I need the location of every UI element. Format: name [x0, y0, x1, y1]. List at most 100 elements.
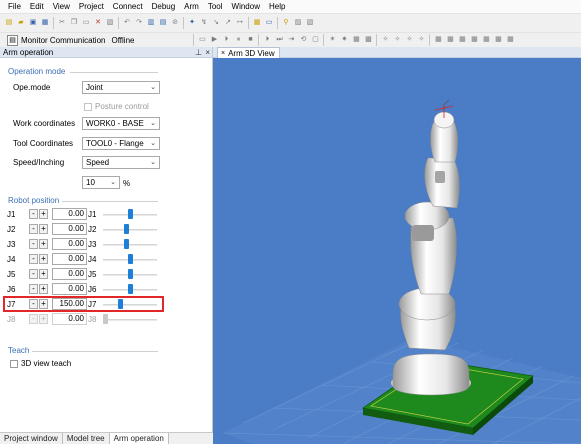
joint-value-input[interactable]: 0.00 — [52, 253, 87, 265]
menu-help[interactable]: Help — [264, 0, 289, 13]
motor-icon[interactable]: ✶ — [327, 35, 337, 45]
tab-model-tree[interactable]: Model tree — [63, 433, 110, 444]
connect-icon[interactable]: ▭ — [197, 35, 207, 45]
joint-plus-button[interactable]: + — [39, 269, 48, 279]
tab-arm-3d-view[interactable]: × Arm 3D View — [217, 47, 280, 58]
joint-plus-button[interactable]: + — [39, 209, 48, 219]
build-icon[interactable]: ▥ — [146, 18, 156, 28]
save-all-icon[interactable]: ▦ — [40, 18, 50, 28]
run-icon[interactable]: ▶ — [209, 35, 219, 45]
menu-file[interactable]: File — [0, 0, 25, 13]
grid-6-icon[interactable]: ▦ — [493, 35, 503, 45]
menu-view[interactable]: View — [48, 0, 74, 13]
step-out-icon[interactable]: ↗ — [223, 18, 233, 28]
step-into-icon[interactable]: ↘ — [211, 18, 221, 28]
grid-1-icon[interactable]: ▦ — [433, 35, 443, 45]
joint-value-input[interactable]: 0.00 — [52, 283, 87, 295]
menu-arm[interactable]: Arm — [179, 0, 203, 13]
window-layout-icon[interactable]: ▦ — [252, 18, 262, 28]
joint-slider-thumb[interactable] — [123, 224, 129, 234]
menu-edit[interactable]: Edit — [25, 0, 48, 13]
joint-slider-thumb[interactable] — [123, 239, 129, 249]
grid-7-icon[interactable]: ▦ — [505, 35, 515, 45]
copy-icon[interactable]: ❐ — [69, 18, 79, 28]
skip-icon[interactable]: ⏭ — [274, 35, 284, 45]
arm-tool-3-icon[interactable]: ✧ — [404, 35, 414, 45]
menu-debug[interactable]: Debug — [147, 0, 180, 13]
cut-icon[interactable]: ✂ — [57, 18, 67, 28]
tab-arm-operation[interactable]: Arm operation — [109, 433, 169, 444]
lock-icon[interactable]: ▢ — [310, 35, 320, 45]
joint-minus-button[interactable]: - — [29, 239, 38, 249]
joint-value-input[interactable]: 0.00 — [52, 238, 87, 250]
step-over-icon[interactable]: ↯ — [199, 18, 209, 28]
arm-tool-2-icon[interactable]: ✧ — [392, 35, 402, 45]
grid-3-icon[interactable]: ▦ — [457, 35, 467, 45]
pin-icon[interactable]: ⊥ — [195, 47, 202, 58]
step-icon[interactable]: ✦ — [187, 18, 197, 28]
properties-icon[interactable]: ▧ — [105, 18, 115, 28]
joint-slider-thumb[interactable] — [127, 269, 133, 279]
ope-mode-select[interactable]: Joint ⌄ — [82, 81, 160, 94]
tab-project-window[interactable]: Project window — [0, 433, 63, 444]
clear-error-icon[interactable]: ✷ — [339, 35, 349, 45]
pause-icon[interactable]: ⏸ — [233, 35, 243, 45]
menu-tool[interactable]: Tool — [203, 0, 227, 13]
speed-select[interactable]: Speed ⌄ — [82, 156, 160, 169]
menu-window[interactable]: Window — [227, 0, 264, 13]
3d-view-teach-checkbox[interactable]: 3D view teach — [10, 359, 71, 368]
redo-icon[interactable]: ↷ — [134, 18, 144, 28]
joint-minus-button[interactable]: - — [29, 224, 38, 234]
step-run-icon[interactable]: ⏵ — [221, 35, 231, 45]
joint-value-input[interactable]: 0.00 — [52, 223, 87, 235]
save-icon[interactable]: ▣ — [28, 18, 38, 28]
joint-plus-button[interactable]: + — [39, 224, 48, 234]
menu-connect[interactable]: Connect — [108, 0, 147, 13]
stop-icon[interactable]: ■ — [245, 35, 255, 45]
next-bookmark-icon[interactable]: ▧ — [305, 18, 315, 28]
joint-minus-button[interactable]: - — [29, 209, 38, 219]
joint-slider-track[interactable] — [103, 229, 157, 231]
undo-icon[interactable]: ↶ — [122, 18, 132, 28]
io-icon[interactable]: ▦ — [351, 35, 361, 45]
tool-coordinates-select[interactable]: TOOL0 - Flange ⌄ — [82, 137, 160, 150]
joint-minus-button[interactable]: - — [29, 284, 38, 294]
run-to-cursor-icon[interactable]: ↦ — [235, 18, 245, 28]
delete-icon[interactable]: ✕ — [93, 18, 103, 28]
paste-icon[interactable]: ▭ — [81, 18, 91, 28]
posture-control-checkbox[interactable]: Posture control — [84, 102, 149, 111]
stop-build-icon[interactable]: ⊘ — [170, 18, 180, 28]
arm-tool-4-icon[interactable]: ✧ — [416, 35, 426, 45]
open-folder-icon[interactable]: ▰ — [16, 18, 26, 28]
bookmark-icon[interactable]: ▨ — [293, 18, 303, 28]
close-icon[interactable]: × — [205, 47, 210, 58]
rebuild-icon[interactable]: ▤ — [158, 18, 168, 28]
breakpoint-icon[interactable]: ⏵ — [262, 35, 272, 45]
joint-minus-button[interactable]: - — [29, 254, 38, 264]
work-coordinates-select[interactable]: WORK0 - BASE ⌄ — [82, 117, 160, 130]
arm-tool-1-icon[interactable]: ✧ — [380, 35, 390, 45]
menu-project[interactable]: Project — [74, 0, 108, 13]
jump-icon[interactable]: ⇥ — [286, 35, 296, 45]
variable-icon[interactable]: ▩ — [363, 35, 373, 45]
speed-percent-select[interactable]: 10 ⌄ — [82, 176, 120, 189]
close-icon[interactable]: × — [221, 48, 225, 59]
find-icon[interactable]: ⚲ — [281, 18, 291, 28]
monitor-icon[interactable]: ▭ — [264, 18, 274, 28]
joint-plus-button[interactable]: + — [39, 284, 48, 294]
joint-slider-thumb[interactable] — [127, 254, 133, 264]
joint-slider-thumb[interactable] — [127, 284, 133, 294]
joint-value-input[interactable]: 0.00 — [52, 208, 87, 220]
grid-5-icon[interactable]: ▦ — [481, 35, 491, 45]
grid-2-icon[interactable]: ▦ — [445, 35, 455, 45]
joint-slider-track[interactable] — [103, 244, 157, 246]
joint-value-input[interactable]: 0.00 — [52, 268, 87, 280]
joint-slider-thumb[interactable] — [127, 209, 133, 219]
new-file-icon[interactable]: ▤ — [4, 18, 14, 28]
arm-3d-viewport[interactable] — [213, 58, 581, 444]
joint-plus-button[interactable]: + — [39, 239, 48, 249]
joint-minus-button[interactable]: - — [29, 269, 38, 279]
joint-plus-button[interactable]: + — [39, 254, 48, 264]
clipboard-icon[interactable]: ▤ — [7, 34, 18, 46]
restart-icon[interactable]: ⟲ — [298, 35, 308, 45]
